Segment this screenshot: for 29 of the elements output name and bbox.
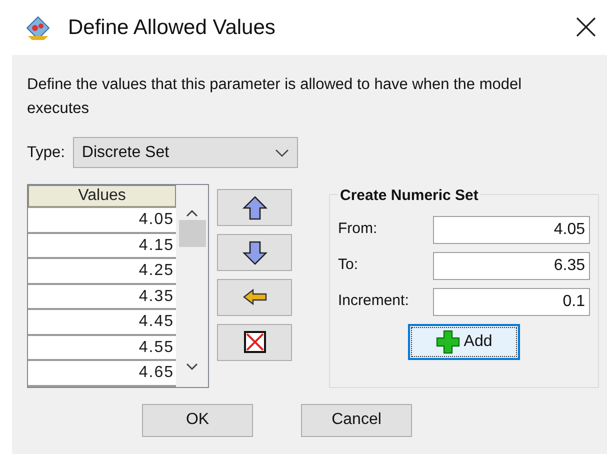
window-title: Define Allowed Values (68, 14, 276, 41)
field-label: From: (338, 219, 378, 240)
dialog-button[interactable]: OK (142, 404, 253, 436)
dialog-button[interactable]: Cancel (301, 404, 412, 436)
type-dropdown[interactable]: Discrete Set (72, 137, 298, 168)
move-down-button[interactable] (217, 234, 292, 271)
chevron-down-icon (274, 148, 289, 156)
app-icon (24, 14, 52, 42)
arrow-up-icon (242, 194, 268, 220)
delete-button[interactable] (217, 324, 292, 361)
input-field[interactable]: 0.1 (433, 288, 590, 316)
field-label: Increment: (338, 291, 410, 312)
description-text: Define the values that this parameter is allowed to have when the model executes (27, 75, 523, 119)
field-label: To: (338, 255, 360, 276)
plus-icon (436, 330, 460, 354)
scroll-up-icon[interactable] (186, 209, 198, 217)
move-up-button[interactable] (217, 189, 292, 226)
type-label: Type: (27, 142, 65, 163)
arrow-left-icon (242, 288, 268, 306)
column-header[interactable]: Values (28, 185, 176, 208)
scrollbar[interactable] (176, 185, 208, 386)
scroll-down-icon[interactable] (186, 362, 198, 370)
move-left-button[interactable] (217, 279, 292, 316)
input-field[interactable]: 6.35 (433, 252, 590, 280)
add-button[interactable]: Add (408, 324, 520, 360)
arrow-down-icon (242, 240, 268, 266)
delete-icon (244, 331, 266, 354)
scroll-thumb[interactable] (178, 220, 206, 247)
input-field[interactable]: 4.05 (433, 216, 590, 244)
